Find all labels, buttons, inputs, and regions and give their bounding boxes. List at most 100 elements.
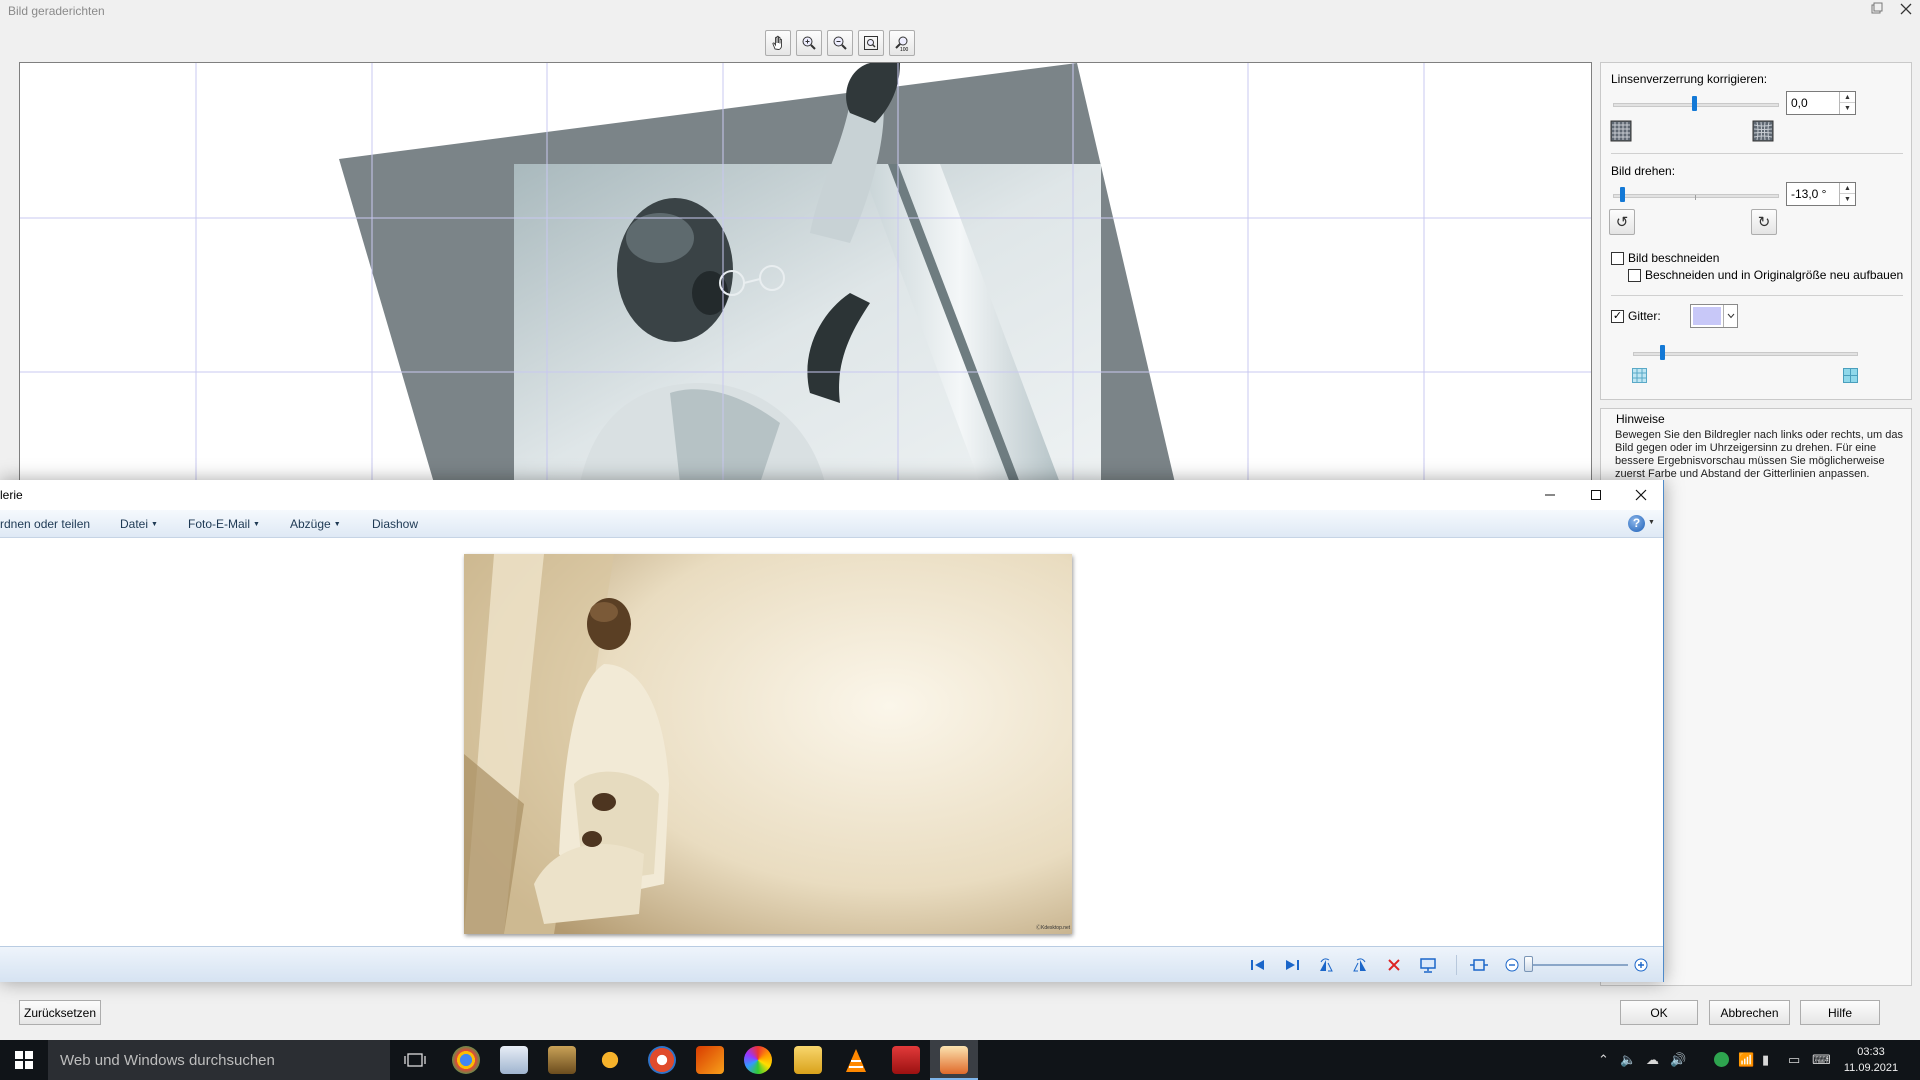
preview-canvas[interactable] [19,62,1592,482]
menu-file[interactable]: Datei ▼ [120,517,158,531]
spin-down-icon[interactable]: ▼ [1840,103,1855,114]
spin-up-icon[interactable]: ▲ [1840,183,1855,194]
delete-icon[interactable] [1384,955,1404,975]
clock[interactable]: 03:33 11.09.2021 [1836,1044,1906,1076]
rotate-counterclockwise-icon[interactable] [1316,955,1336,975]
picasa-icon[interactable] [744,1046,772,1074]
rotate-left-icon[interactable]: ↺ [1609,209,1635,235]
next-icon[interactable] [1282,955,1302,975]
photo-watermark: ⒸKdesktop.net [1036,924,1071,931]
battery-icon[interactable]: ▮ [1762,1052,1769,1068]
hints-title: Hinweise [1616,412,1665,426]
action-center-icon[interactable]: ▭ [1788,1052,1800,1068]
rotate-label: Bild drehen: [1611,164,1676,178]
crop-rebuild-checkbox[interactable] [1628,269,1641,282]
ok-button[interactable]: OK [1620,1000,1698,1025]
security-icon[interactable] [1714,1052,1729,1067]
rotate-right-icon[interactable]: ↻ [1751,209,1777,235]
dialog-close-icon[interactable] [1892,0,1920,20]
help-button[interactable]: Hilfe [1800,1000,1880,1025]
pincushion-grid-icon[interactable] [1752,120,1774,142]
media-icon[interactable] [892,1046,920,1074]
slideshow-icon[interactable] [1418,955,1438,975]
spin-up-icon[interactable]: ▲ [1840,92,1855,103]
gallery-menubar: rdnen oder teilen Datei ▼ Foto-E-Mail ▼ Ab… [0,510,1663,538]
hand-icon[interactable] [765,30,791,56]
zoom-in-icon[interactable] [796,30,822,56]
fit-icon[interactable] [1469,955,1489,975]
camera-app-icon[interactable] [548,1046,576,1074]
large-grid-icon[interactable] [1843,368,1858,383]
help-icon[interactable]: ? [1628,515,1645,532]
fit-to-window-icon[interactable] [858,30,884,56]
grid-color-swatch [1693,307,1721,325]
keyboard-icon[interactable]: ⌨ [1812,1052,1831,1068]
zoom-out-icon[interactable] [827,30,853,56]
photo-viewer-icon[interactable] [500,1046,528,1074]
barrel-grid-icon[interactable] [1610,120,1632,142]
grid-spacing-thumb[interactable] [1660,345,1665,360]
lens-distortion-input[interactable]: 0,0 ▲ ▼ [1786,91,1856,115]
small-grid-icon[interactable] [1632,368,1647,383]
ftp-icon[interactable] [596,1046,624,1074]
search-placeholder: Web und Windows durchsuchen [60,1052,275,1069]
rotate-thumb[interactable] [1620,187,1625,202]
maximize-icon[interactable] [1573,480,1619,510]
crop-label: Bild beschneiden [1628,251,1720,265]
zoom-slider-thumb[interactable] [1524,956,1533,972]
speaker-icon[interactable]: 🔈 [1620,1052,1636,1068]
crop-checkbox[interactable] [1611,252,1624,265]
grid-spacing-slider[interactable] [1633,352,1858,356]
rotate-slider[interactable] [1613,194,1779,198]
gallery-title: lerie [0,488,23,502]
menu-organize-share[interactable]: rdnen oder teilen [0,517,90,531]
svg-text:100: 100 [900,47,909,51]
search-box[interactable]: Web und Windows durchsuchen [48,1040,390,1080]
chevron-down-icon: ▼ [253,521,260,529]
photo-gallery-window: lerie rdnen oder teilen Datei ▼ Foto-E-Ma… [0,480,1664,982]
dialog-title: Bild geraderichten [8,4,105,18]
reset-button[interactable]: Zurücksetzen [19,1000,101,1025]
restore-icon[interactable] [1862,0,1892,20]
zoom-out-icon[interactable] [1502,955,1522,975]
chevron-down-icon[interactable] [1723,305,1737,327]
menu-prints[interactable]: Abzüge ▼ [290,517,341,531]
chevron-up-icon[interactable]: ⌃ [1598,1052,1609,1068]
grid-checkbox[interactable]: ✓ [1611,310,1624,323]
settings-panel: Linsenverzerrung korrigieren: 0,0 ▲ ▼ Bil… [1600,62,1912,400]
chevron-down-icon[interactable]: ▼ [1648,519,1655,526]
windows-start-icon[interactable] [0,1040,48,1080]
clock-time: 03:33 [1857,1046,1885,1058]
spin-down-icon[interactable]: ▼ [1840,194,1855,205]
menu-slideshow[interactable]: Diashow [372,517,418,531]
vlc-icon[interactable] [844,1048,868,1074]
chrome-icon[interactable] [452,1046,480,1074]
previous-icon[interactable] [1248,955,1268,975]
zoom-slider[interactable] [1524,964,1628,966]
lens-distortion-thumb[interactable] [1692,96,1697,111]
grid-label: Gitter: [1628,309,1661,323]
menu-photo-email[interactable]: Foto-E-Mail ▼ [188,517,260,531]
close-icon[interactable] [1618,480,1664,510]
chevron-down-icon: ▼ [151,521,158,529]
rotate-input[interactable]: -13,0 ° ▲ ▼ [1786,182,1856,206]
browser-icon[interactable] [648,1046,676,1074]
zoom-in-icon[interactable] [1631,955,1651,975]
rotate-clockwise-icon[interactable] [1350,955,1370,975]
file-explorer-icon[interactable] [794,1046,822,1074]
actual-size-icon[interactable]: 100 [889,30,915,56]
minimize-icon[interactable] [1527,480,1573,510]
cancel-button[interactable]: Abbrechen [1709,1000,1790,1025]
grid-color-picker[interactable] [1690,304,1738,328]
gallery-photo[interactable]: ⒸKdesktop.net [464,554,1072,934]
onedrive-icon[interactable]: ☁ [1646,1052,1659,1068]
hints-text: Bewegen Sie den Bildregler nach links od… [1615,429,1903,480]
office-icon[interactable] [696,1046,724,1074]
network-icon[interactable]: 📶 [1738,1052,1754,1068]
task-view-icon[interactable] [404,1050,426,1070]
photo-editor-icon[interactable] [940,1046,968,1074]
gallery-bottom-toolbar [0,946,1663,982]
taskbar: Web und Windows durchsuchen ⌃ 🔈 ☁ 🔊 📶 ▮ … [0,1040,1920,1080]
crop-rebuild-label: Beschneiden und in Originalgröße neu auf… [1645,268,1904,282]
volume-icon[interactable]: 🔊 [1670,1052,1686,1068]
